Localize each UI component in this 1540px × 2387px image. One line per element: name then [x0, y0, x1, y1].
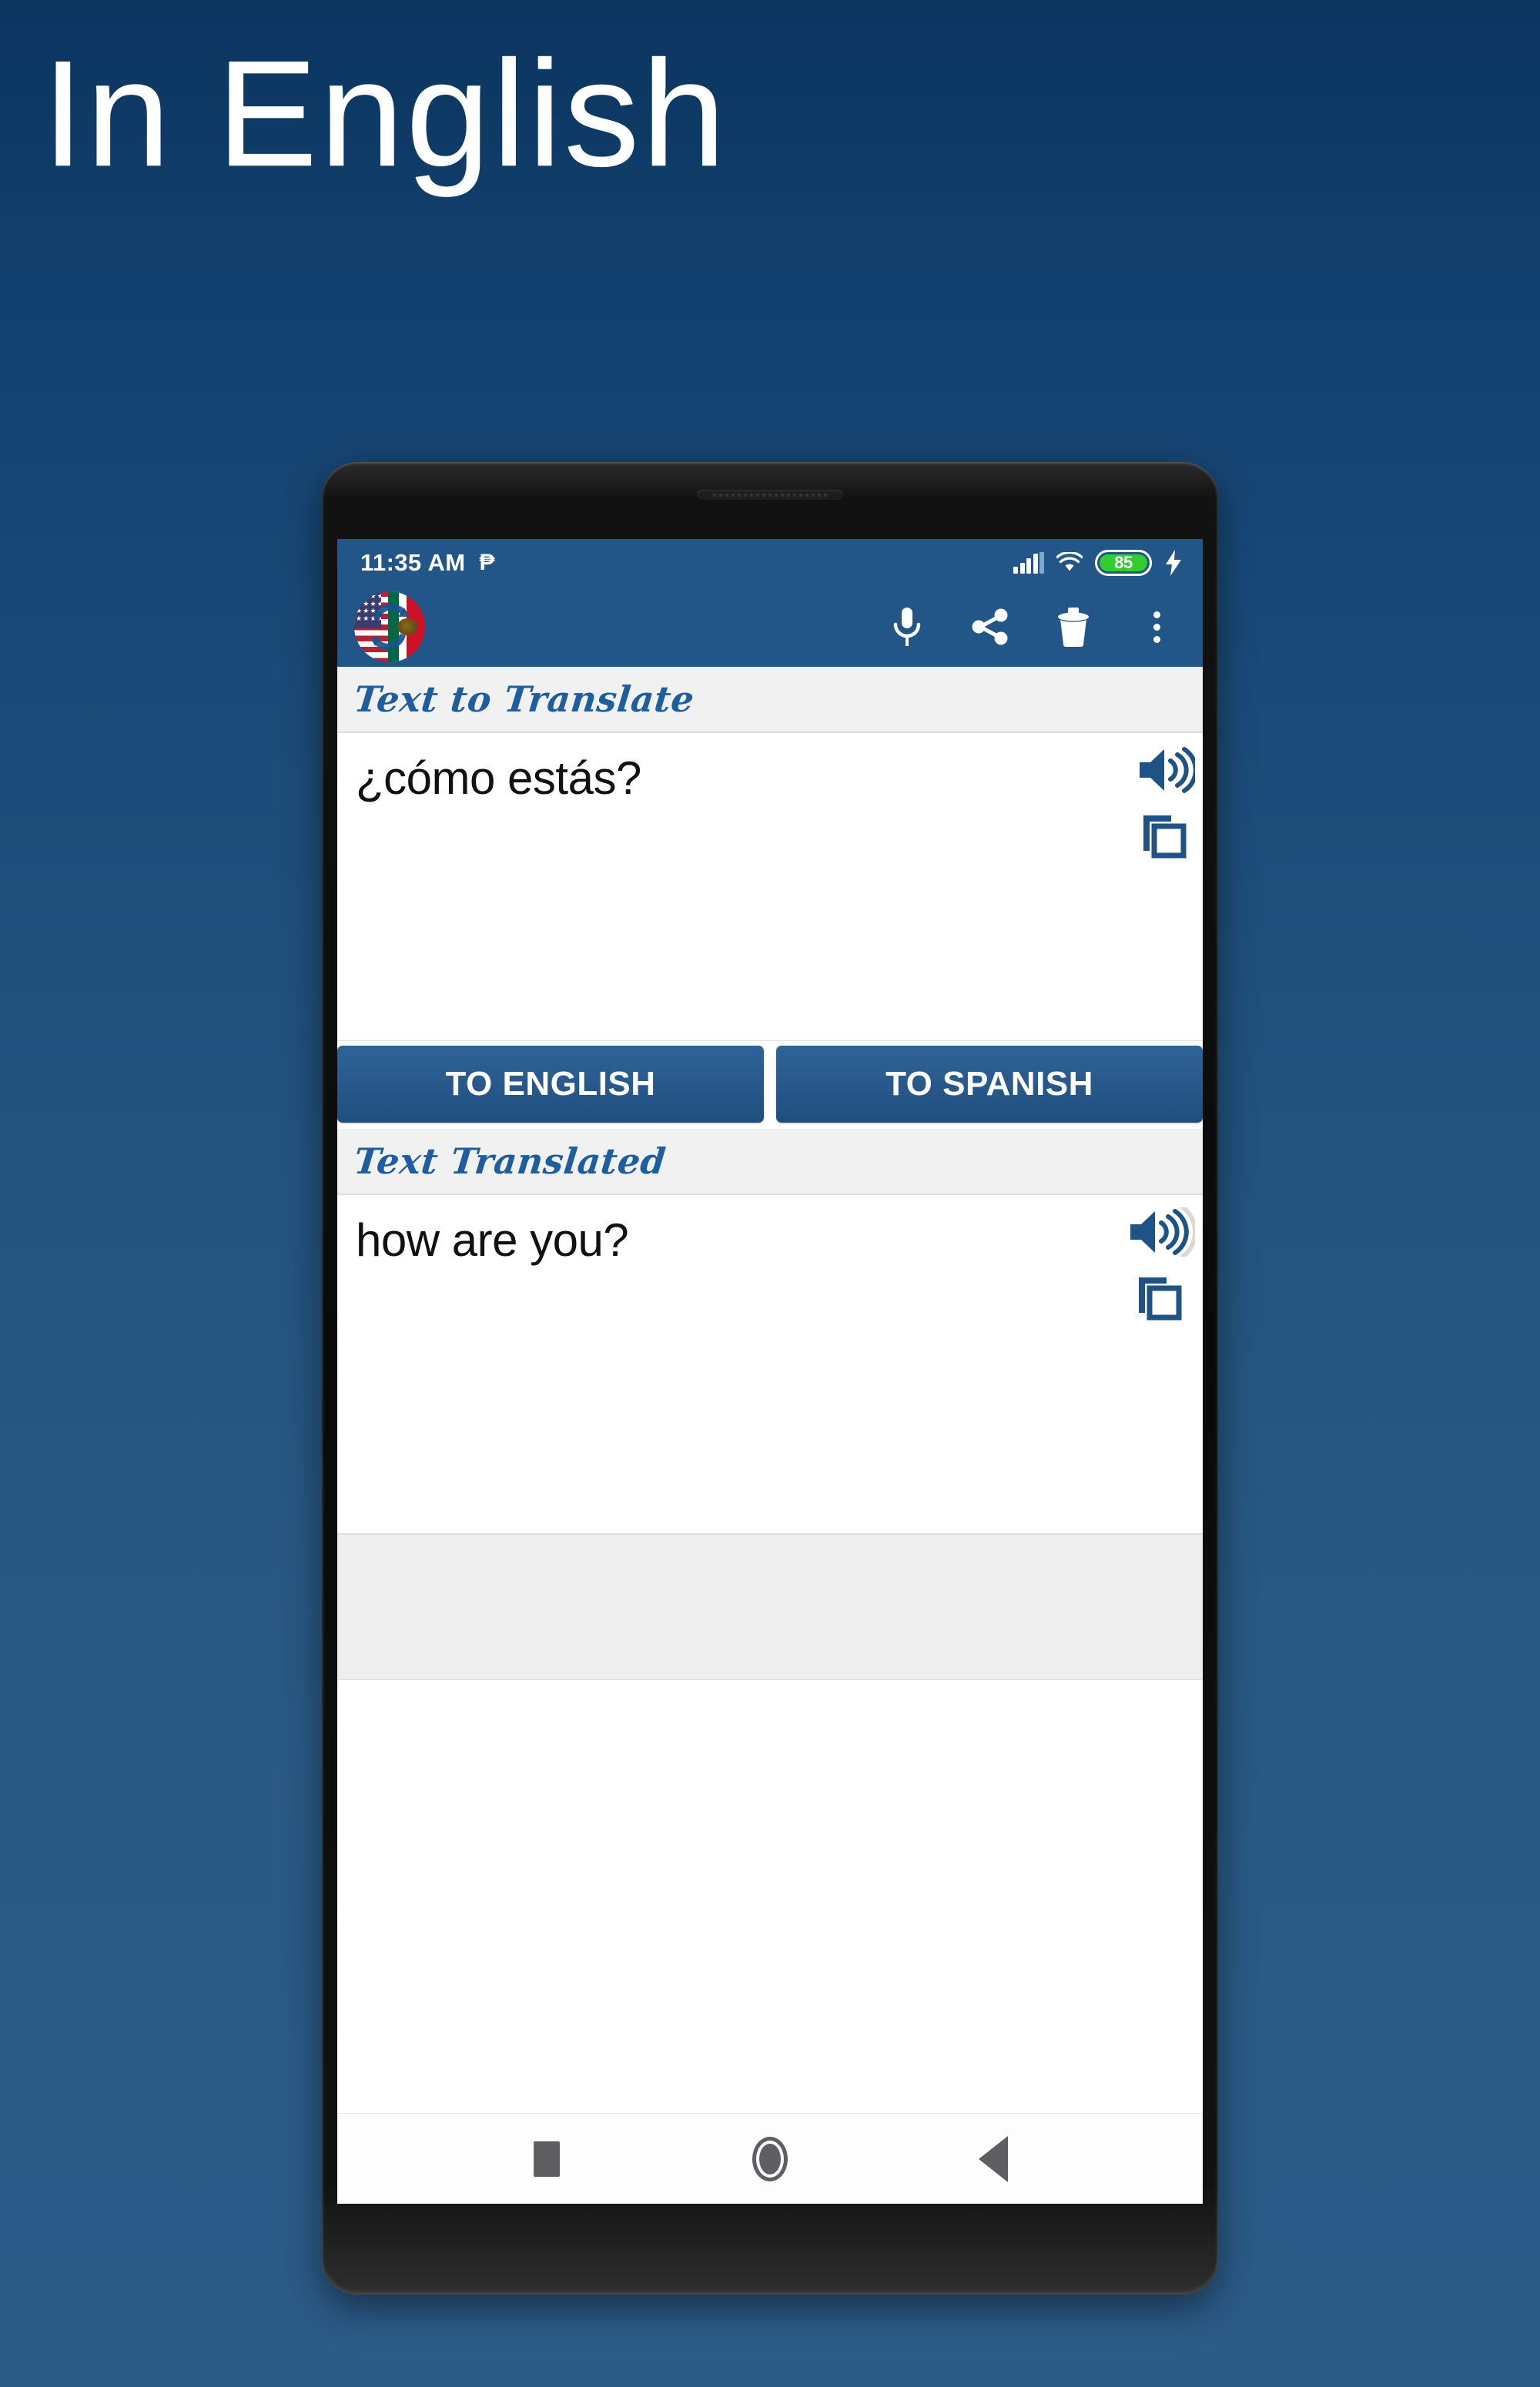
- input-section-label: Text to Translate: [337, 667, 1203, 733]
- phone-device-mockup: 11:35 AM ₱ 85 ★★★ ★★★ ★★★ ★★★ Text to Tr…: [322, 462, 1218, 2295]
- phone-screen: 11:35 AM ₱ 85 ★★★ ★★★ ★★★ ★★★ Text to Tr…: [337, 539, 1203, 2204]
- wifi-icon: [1056, 552, 1083, 571]
- translate-direction-buttons: TO ENGLISH TO SPANISH: [337, 1041, 1203, 1129]
- back-triangle-icon: [979, 2135, 1008, 2182]
- input-text-value[interactable]: ¿cómo estás?: [356, 752, 995, 805]
- to-english-button[interactable]: TO ENGLISH: [337, 1046, 764, 1123]
- input-panel-actions: [1135, 745, 1198, 864]
- android-navigation-bar: [337, 2113, 1203, 2204]
- output-text-panel[interactable]: how are you?: [337, 1195, 1203, 1534]
- output-section-label: Text Translated: [337, 1129, 1203, 1195]
- home-circle-icon: [752, 2136, 788, 2181]
- status-bar-clock: 11:35 AM: [360, 549, 466, 576]
- battery-indicator: 85: [1095, 550, 1152, 576]
- home-button[interactable]: [735, 2124, 805, 2194]
- copy-icon: [1139, 1277, 1182, 1321]
- app-bar: ★★★★★★★★★★★★★★★★: [337, 587, 1203, 667]
- kebab-menu-icon: [1153, 611, 1160, 643]
- output-panel-actions: [1126, 1205, 1197, 1326]
- delete-button[interactable]: [1052, 605, 1095, 648]
- recents-square-icon: [534, 2141, 560, 2177]
- pin-notification-icon: ₱: [479, 550, 495, 575]
- overflow-menu-button[interactable]: [1135, 605, 1178, 648]
- trash-icon: [1058, 608, 1089, 647]
- battery-level-label: 85: [1100, 553, 1147, 572]
- output-speak-button[interactable]: [1126, 1205, 1197, 1260]
- page-title: In English: [42, 29, 728, 198]
- share-icon: [972, 608, 1008, 645]
- back-button[interactable]: [959, 2124, 1028, 2194]
- input-section-label-text: Text to Translate: [352, 678, 697, 720]
- output-text-value: how are you?: [356, 1214, 629, 1266]
- ad-banner-slot[interactable]: [337, 1534, 1203, 1680]
- share-button[interactable]: [969, 605, 1012, 648]
- microphone-button[interactable]: [886, 605, 929, 648]
- app-bar-actions: [886, 605, 1181, 648]
- speaker-icon: [1130, 1205, 1197, 1259]
- cellular-signal-icon: [1013, 552, 1044, 574]
- to-spanish-button[interactable]: TO SPANISH: [776, 1046, 1203, 1123]
- charging-bolt-icon: [1166, 550, 1181, 576]
- speaker-icon: [1140, 747, 1198, 793]
- output-section-label-text: Text Translated: [352, 1140, 668, 1182]
- status-bar-indicators: 85: [1013, 550, 1183, 576]
- input-speak-button[interactable]: [1135, 745, 1198, 798]
- output-copy-button[interactable]: [1134, 1273, 1187, 1326]
- earpiece-speaker-grille-icon: [697, 490, 843, 500]
- microphone-icon: [893, 608, 921, 646]
- copy-icon: [1143, 815, 1187, 859]
- status-bar: 11:35 AM ₱ 85: [337, 539, 1203, 587]
- input-copy-button[interactable]: [1139, 811, 1191, 864]
- recents-button[interactable]: [512, 2124, 581, 2194]
- input-text-panel[interactable]: ¿cómo estás?: [337, 733, 1203, 1041]
- us-mexico-flags-swap-logo-icon[interactable]: ★★★★★★★★★★★★★★★★: [354, 591, 425, 662]
- swap-arrows-icon: [370, 604, 409, 650]
